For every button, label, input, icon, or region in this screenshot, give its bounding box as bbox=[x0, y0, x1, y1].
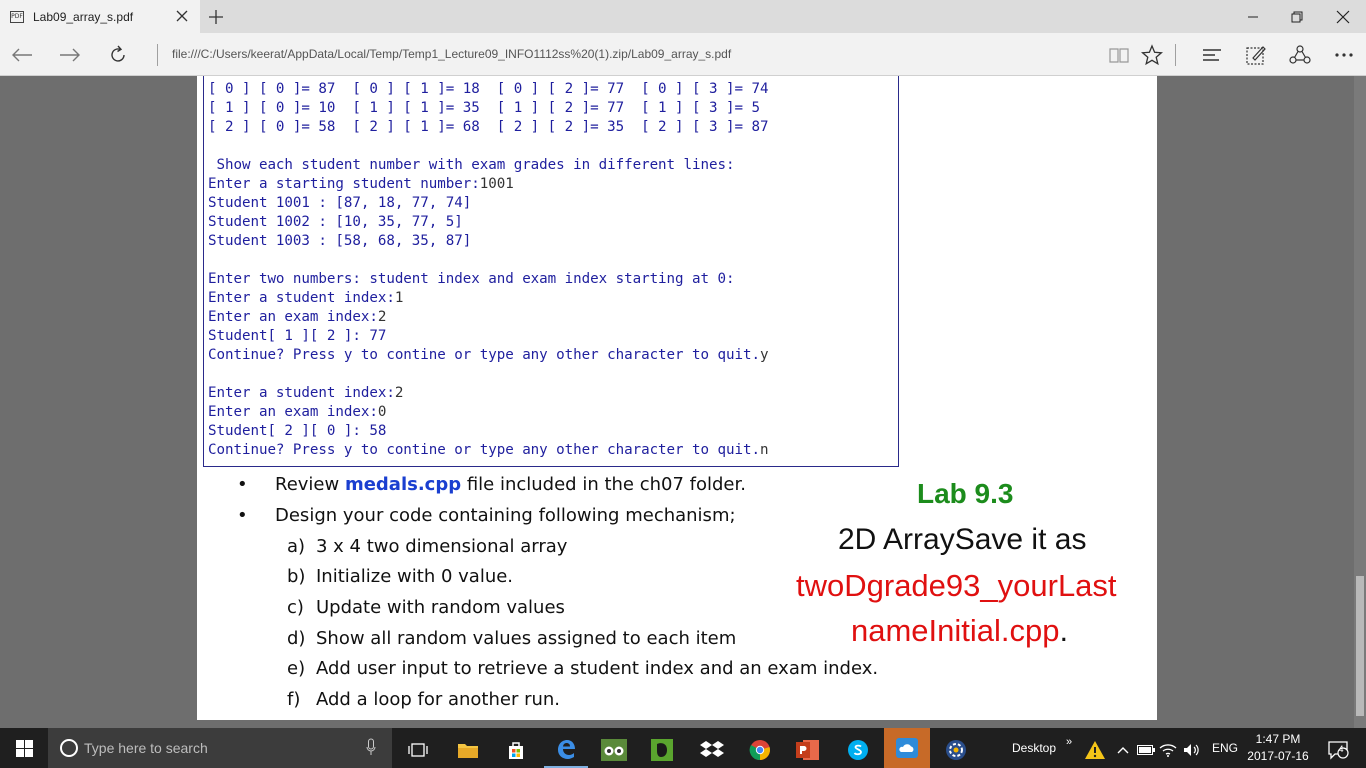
tab-strip: PDF Lab09_array_s.pdf bbox=[0, 0, 1366, 33]
reading-view-icon[interactable] bbox=[1103, 39, 1135, 71]
dropbox-icon[interactable] bbox=[690, 732, 734, 768]
medals-cpp-link: medals.cpp bbox=[344, 474, 462, 495]
minimize-icon[interactable] bbox=[1230, 0, 1276, 33]
taskbar: Type here to search Desktop » ENG 1:47 P… bbox=[0, 728, 1366, 768]
console-line: Enter a student index:2 bbox=[208, 385, 404, 401]
notification-count: 4 bbox=[1338, 744, 1344, 754]
pdf-viewer[interactable]: [ 0 ] [ 0 ]= 87 [ 0 ] [ 1 ]= 18 [ 0 ] [ … bbox=[0, 76, 1366, 728]
wifi-icon[interactable] bbox=[1156, 732, 1180, 768]
console-line: [ 2 ] [ 0 ]= 58 [ 2 ] [ 1 ]= 68 [ 2 ] [ … bbox=[208, 119, 769, 135]
search-placeholder: Type here to search bbox=[84, 740, 208, 756]
chrome-icon[interactable] bbox=[738, 732, 782, 768]
pdf-page: [ 0 ] [ 0 ]= 87 [ 0 ] [ 1 ]= 18 [ 0 ] [ … bbox=[197, 76, 1157, 720]
close-tab-icon[interactable] bbox=[174, 8, 190, 24]
console-line: Student[ 1 ][ 2 ]: 77 bbox=[208, 328, 387, 344]
console-output-box: [ 0 ] [ 0 ]= 87 [ 0 ] [ 1 ]= 18 [ 0 ] [ … bbox=[203, 76, 899, 467]
onedrive-icon[interactable] bbox=[884, 728, 930, 768]
action-center-icon[interactable]: 4 bbox=[1318, 732, 1358, 768]
navigation-bar: file:///C:/Users/keerat/AppData/Local/Te… bbox=[0, 33, 1366, 76]
bullet-text: Review medals.cpp file included in the c… bbox=[275, 474, 746, 495]
bullet-marker: • bbox=[237, 505, 248, 526]
refresh-icon[interactable] bbox=[102, 39, 134, 71]
console-line: Enter a student index:1 bbox=[208, 290, 404, 306]
taskbar-search-box[interactable]: Type here to search bbox=[48, 728, 392, 768]
volume-icon[interactable] bbox=[1180, 732, 1204, 768]
clock-date: 2017-07-16 bbox=[1247, 749, 1309, 763]
show-hidden-icons[interactable] bbox=[1110, 732, 1136, 768]
desktop-toolbar[interactable]: Desktop » bbox=[1012, 728, 1072, 768]
restore-icon[interactable] bbox=[1274, 0, 1320, 33]
lab-filename-line1: twoDgrade93_yourLast bbox=[796, 568, 1117, 603]
lab-subtitle: 2D ArraySave it as bbox=[838, 523, 1087, 556]
hub-icon[interactable] bbox=[1196, 39, 1228, 71]
forward-arrow-icon[interactable] bbox=[54, 39, 86, 71]
bullet-text: Design your code containing following me… bbox=[275, 505, 736, 526]
console-line: Continue? Press y to contine or type any… bbox=[208, 347, 769, 363]
console-line: [ 1 ] [ 0 ]= 10 [ 1 ] [ 1 ]= 35 [ 1 ] [ … bbox=[208, 100, 760, 116]
scrollbar-thumb[interactable] bbox=[1356, 576, 1364, 716]
toolbar-separator bbox=[1175, 44, 1176, 66]
console-line: Enter an exam index:0 bbox=[208, 404, 387, 420]
pdf-file-icon: PDF bbox=[10, 10, 24, 23]
lab-title: Lab 9.3 bbox=[917, 478, 1014, 509]
console-line: Enter two numbers: student index and exa… bbox=[208, 271, 735, 287]
microphone-icon[interactable] bbox=[366, 738, 376, 756]
task-view-icon[interactable] bbox=[396, 732, 440, 768]
console-line: Student[ 2 ][ 0 ]: 58 bbox=[208, 423, 387, 439]
close-window-icon[interactable] bbox=[1320, 0, 1366, 33]
tab-title: Lab09_array_s.pdf bbox=[33, 9, 134, 24]
tab-lab09-pdf[interactable]: PDF Lab09_array_s.pdf bbox=[0, 0, 200, 33]
battery-icon[interactable] bbox=[1134, 732, 1158, 768]
store-icon[interactable] bbox=[494, 732, 538, 768]
back-arrow-icon[interactable] bbox=[6, 39, 38, 71]
lab-filename-line2: nameInitial.cpp. bbox=[851, 613, 1069, 648]
cortana-icon bbox=[60, 739, 78, 757]
vertical-scrollbar[interactable] bbox=[1354, 76, 1366, 728]
windows-start-icon[interactable] bbox=[0, 728, 48, 768]
warning-icon[interactable] bbox=[1075, 732, 1115, 768]
console-line: Continue? Press y to contine or type any… bbox=[208, 442, 769, 458]
console-line: [ 0 ] [ 0 ]= 87 [ 0 ] [ 1 ]= 18 [ 0 ] [ … bbox=[208, 81, 769, 97]
address-field[interactable]: file:///C:/Users/keerat/AppData/Local/Te… bbox=[172, 47, 731, 61]
console-line: Student 1001 : [87, 18, 77, 74] bbox=[208, 195, 472, 211]
bullet-marker: • bbox=[237, 474, 248, 495]
url-separator bbox=[157, 44, 158, 66]
desktop-label: Desktop bbox=[1012, 741, 1057, 755]
tripadvisor-icon[interactable] bbox=[592, 732, 636, 768]
skype-icon[interactable] bbox=[836, 732, 880, 768]
console-line: Enter an exam index:2 bbox=[208, 309, 387, 325]
app-settings-icon[interactable] bbox=[934, 732, 978, 768]
edge-browser-icon[interactable] bbox=[544, 732, 588, 768]
evernote-icon[interactable] bbox=[640, 732, 684, 768]
share-icon[interactable] bbox=[1284, 39, 1316, 71]
powerpoint-icon[interactable] bbox=[786, 732, 830, 768]
new-tab-icon[interactable] bbox=[206, 7, 226, 27]
console-line: Enter a starting student number:1001 bbox=[208, 176, 514, 192]
console-line: Student 1003 : [58, 68, 35, 87] bbox=[208, 233, 472, 249]
system-clock[interactable]: 1:47 PM 2017-07-16 bbox=[1240, 731, 1316, 765]
console-line: Show each student number with exam grade… bbox=[208, 157, 735, 173]
favorite-star-icon[interactable] bbox=[1136, 39, 1168, 71]
file-explorer-icon[interactable] bbox=[446, 732, 490, 768]
chevron-right-icon[interactable]: » bbox=[1066, 736, 1072, 748]
console-line: Student 1002 : [10, 35, 77, 5] bbox=[208, 214, 463, 230]
clock-time: 1:47 PM bbox=[1255, 732, 1301, 746]
more-options-icon[interactable] bbox=[1328, 39, 1360, 71]
language-indicator[interactable]: ENG bbox=[1212, 728, 1238, 768]
web-note-icon[interactable] bbox=[1240, 39, 1272, 71]
